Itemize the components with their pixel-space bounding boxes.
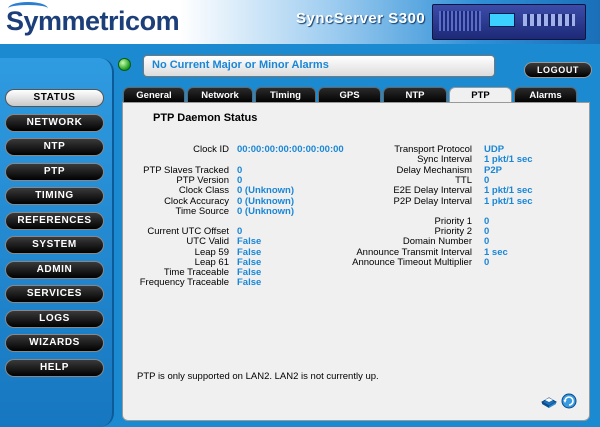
tab-gps[interactable]: GPS bbox=[318, 87, 381, 103]
sidebar-item-references[interactable]: REFERENCES bbox=[5, 212, 104, 230]
sidebar-item-wizards[interactable]: WIZARDS bbox=[5, 334, 104, 352]
field-label: P2P Delay Interval bbox=[393, 196, 472, 207]
field-value: 0 bbox=[484, 236, 490, 247]
sidebar-item-logs[interactable]: LOGS bbox=[5, 310, 104, 328]
field-value: False bbox=[237, 277, 262, 288]
sidebar-item-ptp[interactable]: PTP bbox=[5, 163, 104, 181]
lan-notice-text: PTP is only supported on LAN2. LAN2 is n… bbox=[137, 371, 379, 382]
help-book-icon[interactable] bbox=[541, 393, 557, 409]
sidebar-item-timing[interactable]: TIMING bbox=[5, 187, 104, 205]
tab-alarms[interactable]: Alarms bbox=[514, 87, 577, 103]
field-row: Frequency Traceable False bbox=[123, 277, 423, 288]
brand-logo: Symmetricom bbox=[6, 2, 180, 37]
field-value: 1 pkt/1 sec bbox=[484, 154, 533, 165]
field-value: 1 pkt/1 sec bbox=[484, 185, 533, 196]
field-label: Announce Timeout Multiplier bbox=[352, 257, 472, 268]
field-row: E2E Delay Interval 1 pkt/1 sec bbox=[123, 185, 589, 196]
sidebar-item-services[interactable]: SERVICES bbox=[5, 285, 104, 303]
field-label: Domain Number bbox=[402, 236, 472, 247]
tab-network[interactable]: Network bbox=[187, 87, 253, 103]
ptp-status-panel: PTP Daemon Status Clock ID 00:00:00:00:00… bbox=[122, 102, 590, 421]
field-value: 1 pkt/1 sec bbox=[484, 196, 533, 207]
sidebar-item-ntp[interactable]: NTP bbox=[5, 138, 104, 156]
tab-timing[interactable]: Timing bbox=[255, 87, 316, 103]
field-row: P2P Delay Interval 1 pkt/1 sec bbox=[123, 196, 589, 207]
tab-general[interactable]: General bbox=[123, 87, 185, 103]
sidebar-item-system[interactable]: SYSTEM bbox=[5, 236, 104, 254]
field-value: 0 bbox=[484, 257, 490, 268]
tab-ntp[interactable]: NTP bbox=[383, 87, 447, 103]
sidebar-nav: STATUS NETWORK NTP PTP TIMING REFERENCES… bbox=[0, 58, 114, 427]
sidebar-item-status[interactable]: STATUS bbox=[5, 89, 104, 107]
field-row: Domain Number 0 bbox=[123, 236, 589, 247]
header-banner: Symmetricom SyncServer S300 bbox=[0, 0, 600, 44]
field-label: Sync Interval bbox=[417, 154, 472, 165]
field-row: Announce Timeout Multiplier 0 bbox=[123, 257, 589, 268]
field-label: Frequency Traceable bbox=[139, 277, 229, 288]
product-name: SyncServer S300 bbox=[296, 10, 426, 27]
logout-button[interactable]: LOGOUT bbox=[524, 62, 592, 78]
green-status-led-icon bbox=[118, 58, 131, 71]
sidebar-item-admin[interactable]: ADMIN bbox=[5, 261, 104, 279]
sidebar-item-network[interactable]: NETWORK bbox=[5, 114, 104, 132]
alarm-status-box: No Current Major or Minor Alarms bbox=[143, 55, 495, 77]
alarm-status-text: No Current Major or Minor Alarms bbox=[152, 59, 329, 71]
field-label: E2E Delay Interval bbox=[393, 185, 472, 196]
logo-swoosh-icon bbox=[8, 2, 48, 15]
device-image-icon bbox=[432, 4, 586, 40]
panel-title: PTP Daemon Status bbox=[153, 112, 258, 124]
refresh-icon[interactable] bbox=[561, 393, 577, 409]
field-row: Sync Interval 1 pkt/1 sec bbox=[123, 154, 589, 165]
sidebar-item-help[interactable]: HELP bbox=[5, 359, 104, 377]
